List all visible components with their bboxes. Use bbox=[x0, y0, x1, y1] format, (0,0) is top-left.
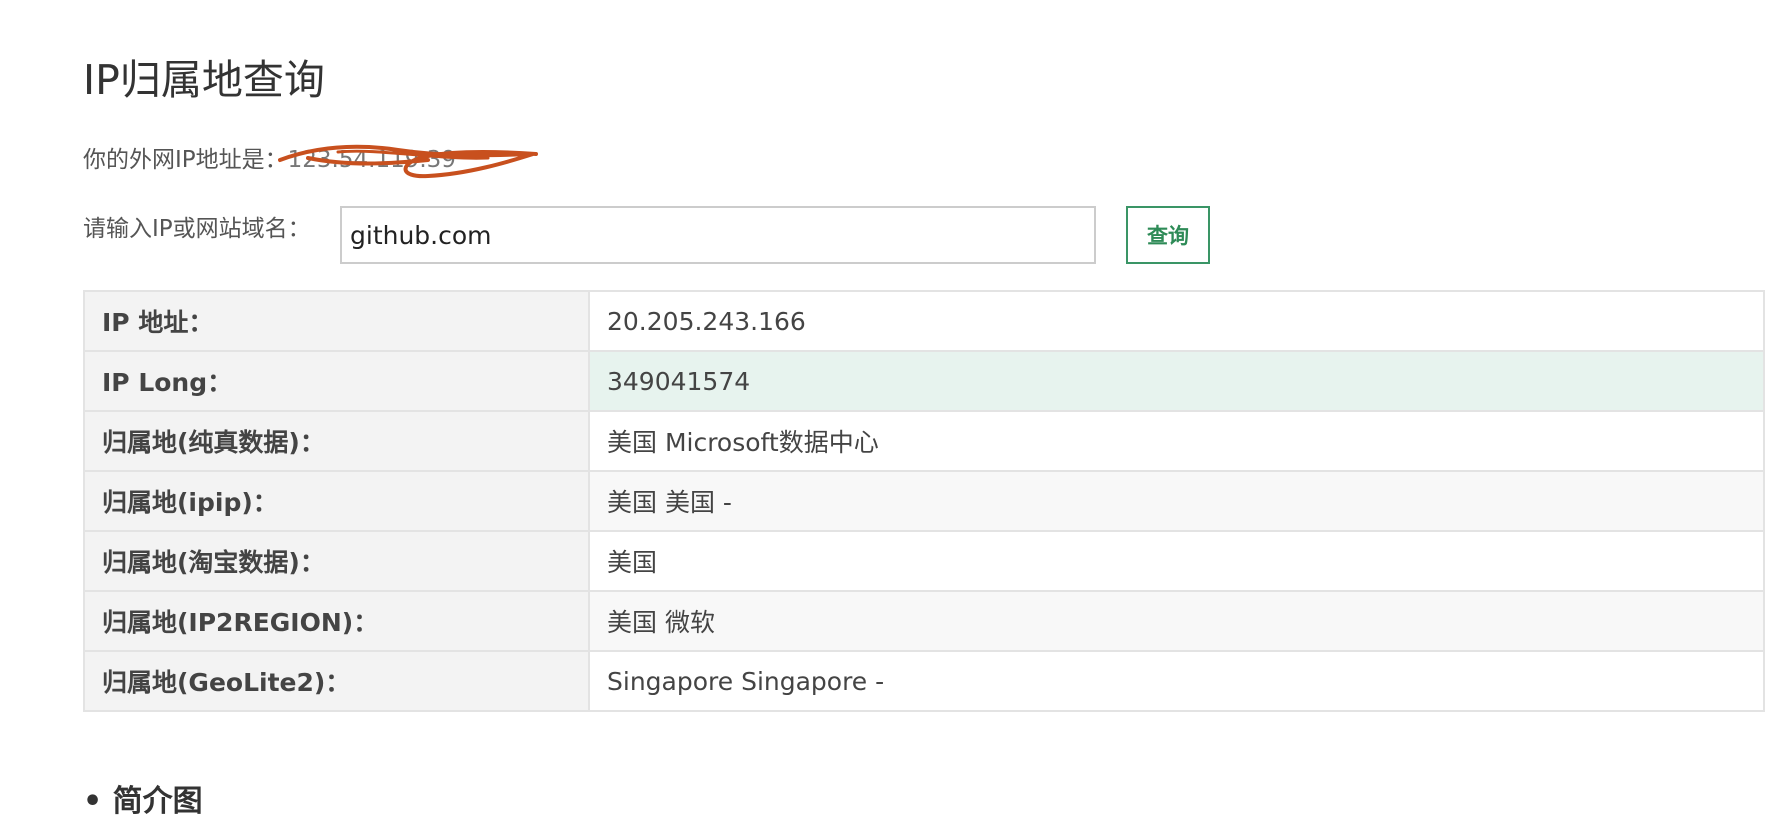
table-row: IP Long： 349041574 bbox=[83, 350, 1765, 412]
row-value-ip-long: 349041574 bbox=[588, 350, 1765, 412]
table-row: 归属地(ipip)： 美国 美国 - bbox=[83, 470, 1765, 532]
table-row: 归属地(淘宝数据)： 美国 bbox=[83, 530, 1765, 592]
row-value-chunzhen: 美国 Microsoft数据中心 bbox=[588, 410, 1765, 472]
row-key-ip-address: IP 地址： bbox=[83, 290, 590, 352]
table-row: 归属地(GeoLite2)： Singapore Singapore - bbox=[83, 650, 1765, 712]
my-ip-value: 123.54.119.39 bbox=[287, 147, 456, 173]
row-key-ip2region: 归属地(IP2REGION)： bbox=[83, 590, 590, 652]
query-label: 请输入IP或网站域名： bbox=[83, 216, 311, 242]
row-key-chunzhen: 归属地(纯真数据)： bbox=[83, 410, 590, 472]
row-value-ip-address: 20.205.243.166 bbox=[588, 290, 1765, 352]
row-key-taobao: 归属地(淘宝数据)： bbox=[83, 530, 590, 592]
row-value-geolite2: Singapore Singapore - bbox=[588, 650, 1765, 712]
row-value-taobao: 美国 bbox=[588, 530, 1765, 592]
next-section-heading: • 简介图 bbox=[83, 784, 203, 819]
query-form: 请输入IP或网站域名： 查询 bbox=[83, 206, 1213, 264]
table-row: 归属地(纯真数据)： 美国 Microsoft数据中心 bbox=[83, 410, 1765, 472]
domain-input[interactable] bbox=[340, 206, 1096, 264]
result-table: IP 地址： 20.205.243.166 IP Long： 349041574… bbox=[83, 290, 1765, 712]
row-key-geolite2: 归属地(GeoLite2)： bbox=[83, 650, 590, 712]
row-value-ipip: 美国 美国 - bbox=[588, 470, 1765, 532]
page-title: IP归属地查询 bbox=[83, 56, 325, 104]
row-key-ipip: 归属地(ipip)： bbox=[83, 470, 590, 532]
my-ip-label: 你的外网IP地址是： bbox=[83, 147, 288, 173]
query-button[interactable]: 查询 bbox=[1126, 206, 1210, 264]
my-ip-line: 你的外网IP地址是：123.54.119.39 bbox=[83, 140, 456, 180]
table-row: IP 地址： 20.205.243.166 bbox=[83, 290, 1765, 352]
row-key-ip-long: IP Long： bbox=[83, 350, 590, 412]
row-value-ip2region: 美国 微软 bbox=[588, 590, 1765, 652]
table-row: 归属地(IP2REGION)： 美国 微软 bbox=[83, 590, 1765, 652]
